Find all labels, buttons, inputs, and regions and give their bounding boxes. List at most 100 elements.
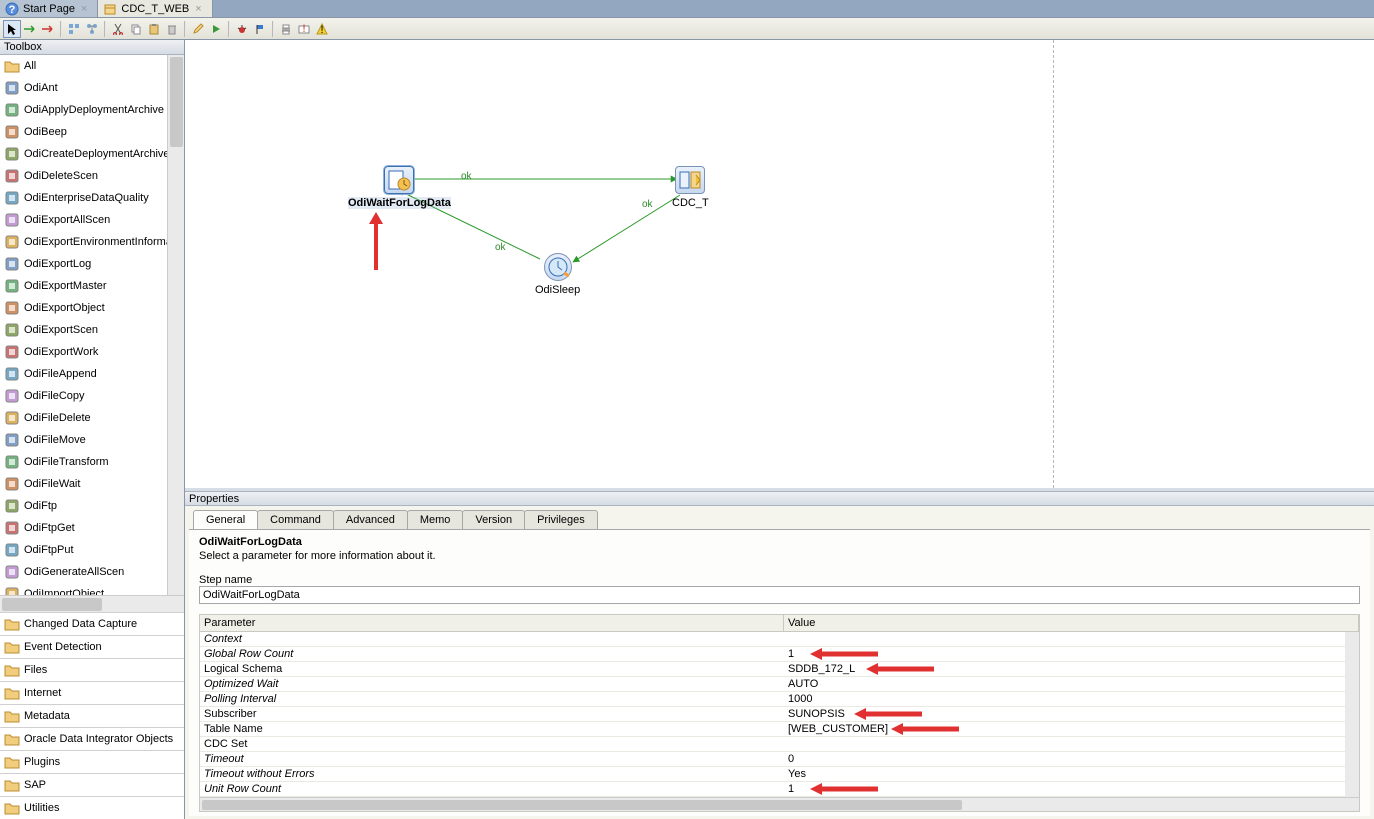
column-header-parameter[interactable]: Parameter xyxy=(200,615,784,631)
props-tab-memo[interactable]: Memo xyxy=(407,510,464,529)
tool-icon xyxy=(4,190,20,206)
copy-icon[interactable] xyxy=(127,20,145,38)
toolbox-item[interactable]: OdiApplyDeploymentArchive xyxy=(0,99,184,121)
toolbox-item-label: OdiGenerateAllScen xyxy=(24,566,124,578)
param-value[interactable]: AUTO xyxy=(784,677,1359,691)
close-icon[interactable]: × xyxy=(193,3,203,15)
param-row[interactable]: Table Name[WEB_CUSTOMER] xyxy=(200,722,1359,737)
cursor-tool-icon[interactable] xyxy=(3,20,21,38)
toolbox-item[interactable]: OdiExportScen xyxy=(0,319,184,341)
toolbox-item[interactable]: OdiFileTransform xyxy=(0,451,184,473)
toolbox-item[interactable]: OdiFileCopy xyxy=(0,385,184,407)
param-row[interactable]: Global Row Count1 xyxy=(200,647,1359,662)
tab-label: CDC_T_WEB xyxy=(121,3,189,15)
props-tab-command[interactable]: Command xyxy=(257,510,334,529)
toolbox-item[interactable]: OdiFtpGet xyxy=(0,517,184,539)
toolbox-item[interactable]: OdiFtpPut xyxy=(0,539,184,561)
edit-icon[interactable] xyxy=(189,20,207,38)
param-value[interactable]: [WEB_CUSTOMER] xyxy=(784,722,1359,736)
toolbox-item[interactable]: OdiExportEnvironmentInformation xyxy=(0,231,184,253)
print-icon[interactable] xyxy=(277,20,295,38)
toolbox-category[interactable]: Event Detection xyxy=(0,635,184,658)
column-header-value[interactable]: Value xyxy=(784,615,1359,631)
param-value[interactable]: 0 xyxy=(784,752,1359,766)
toolbox-item[interactable]: OdiExportMaster xyxy=(0,275,184,297)
tab-cdc-t-web[interactable]: CDC_T_WEB × xyxy=(98,0,212,17)
step-name-input[interactable] xyxy=(199,586,1360,604)
param-row[interactable]: Optimized WaitAUTO xyxy=(200,677,1359,692)
param-row[interactable]: SubscriberSUNOPSIS xyxy=(200,707,1359,722)
toolbox-category[interactable]: Changed Data Capture xyxy=(0,612,184,635)
run-icon[interactable] xyxy=(207,20,225,38)
toolbox-item-all[interactable]: All xyxy=(0,55,184,77)
node-label: OdiWaitForLogData xyxy=(348,197,451,209)
ok-link-icon[interactable] xyxy=(21,20,39,38)
toolbox-scrollbar[interactable] xyxy=(167,55,184,595)
param-row[interactable]: Context xyxy=(200,632,1359,647)
delete-icon[interactable] xyxy=(163,20,181,38)
param-value[interactable]: 1000 xyxy=(784,692,1359,706)
toolbox-item[interactable]: OdiExportAllScen xyxy=(0,209,184,231)
props-tab-general[interactable]: General xyxy=(193,510,258,529)
param-row[interactable]: Unit Row Count1 xyxy=(200,782,1359,797)
node-odiwaitforlogdata[interactable]: OdiWaitForLogData xyxy=(348,166,451,209)
toolbox-category[interactable]: SAP xyxy=(0,773,184,796)
diagram-canvas[interactable]: OdiWaitForLogData CDC_T OdiSleep ok o xyxy=(185,40,1374,491)
toolbox-item[interactable]: OdiFtp xyxy=(0,495,184,517)
step-name-label: Step name xyxy=(199,574,1360,586)
toolbox-item[interactable]: OdiExportLog xyxy=(0,253,184,275)
param-name: Optimized Wait xyxy=(200,677,784,691)
toolbox-category[interactable]: Utilities xyxy=(0,796,184,819)
flag-icon[interactable] xyxy=(251,20,269,38)
props-tab-version[interactable]: Version xyxy=(462,510,525,529)
reorganize-icon[interactable] xyxy=(83,20,101,38)
toolbox-item[interactable]: OdiDeleteScen xyxy=(0,165,184,187)
param-value[interactable]: SUNOPSIS xyxy=(784,707,1359,721)
paste-icon[interactable] xyxy=(145,20,163,38)
param-value[interactable]: 1 xyxy=(784,647,1359,661)
toolbox-hscrollbar[interactable] xyxy=(0,595,184,612)
param-row[interactable]: Polling Interval1000 xyxy=(200,692,1359,707)
toolbox-item[interactable]: OdiAnt xyxy=(0,77,184,99)
params-vscrollbar[interactable] xyxy=(1345,632,1359,797)
toolbox-item[interactable]: OdiGenerateAllScen xyxy=(0,561,184,583)
ko-link-icon[interactable] xyxy=(39,20,57,38)
param-row[interactable]: CDC Set xyxy=(200,737,1359,752)
toolbox-item[interactable]: OdiExportWork xyxy=(0,341,184,363)
toolbox-category[interactable]: Metadata xyxy=(0,704,184,727)
param-value[interactable]: Yes xyxy=(784,767,1359,781)
cut-icon[interactable] xyxy=(109,20,127,38)
node-odisleep[interactable]: OdiSleep xyxy=(535,253,580,296)
toolbox-item[interactable]: OdiEnterpriseDataQuality xyxy=(0,187,184,209)
param-row[interactable]: Timeout without ErrorsYes xyxy=(200,767,1359,782)
toolbox-category[interactable]: Internet xyxy=(0,681,184,704)
toolbox-item[interactable]: OdiImportObject xyxy=(0,583,184,595)
toolbox-item[interactable]: OdiExportObject xyxy=(0,297,184,319)
tab-start-page[interactable]: ? Start Page × xyxy=(0,0,98,17)
warning-icon[interactable]: ! xyxy=(313,20,331,38)
debug-icon[interactable] xyxy=(233,20,251,38)
param-row[interactable]: Logical SchemaSDDB_172_L xyxy=(200,662,1359,677)
toolbox-item[interactable]: OdiFileMove xyxy=(0,429,184,451)
node-cdc-t[interactable]: CDC_T xyxy=(672,166,709,209)
steps-icon[interactable] xyxy=(65,20,83,38)
toolbox-category[interactable]: Files xyxy=(0,658,184,681)
toolbox-item[interactable]: OdiCreateDeploymentArchive xyxy=(0,143,184,165)
param-value[interactable]: SDDB_172_L xyxy=(784,662,1359,676)
param-value[interactable]: 1 xyxy=(784,782,1359,796)
toolbox-item[interactable]: OdiFileAppend xyxy=(0,363,184,385)
param-value[interactable] xyxy=(784,737,1359,751)
toolbox-category[interactable]: Plugins xyxy=(0,750,184,773)
props-tab-advanced[interactable]: Advanced xyxy=(333,510,408,529)
param-row[interactable]: Timeout0 xyxy=(200,752,1359,767)
toolbox-item[interactable]: OdiBeep xyxy=(0,121,184,143)
props-tab-privileges[interactable]: Privileges xyxy=(524,510,598,529)
errors-icon[interactable]: ! xyxy=(295,20,313,38)
toolbox-item[interactable]: OdiFileDelete xyxy=(0,407,184,429)
param-value[interactable] xyxy=(784,632,1359,646)
folder-icon xyxy=(4,616,20,632)
params-hscrollbar[interactable] xyxy=(200,797,1359,811)
toolbox-item[interactable]: OdiFileWait xyxy=(0,473,184,495)
close-icon[interactable]: × xyxy=(79,3,89,15)
toolbox-category[interactable]: Oracle Data Integrator Objects xyxy=(0,727,184,750)
